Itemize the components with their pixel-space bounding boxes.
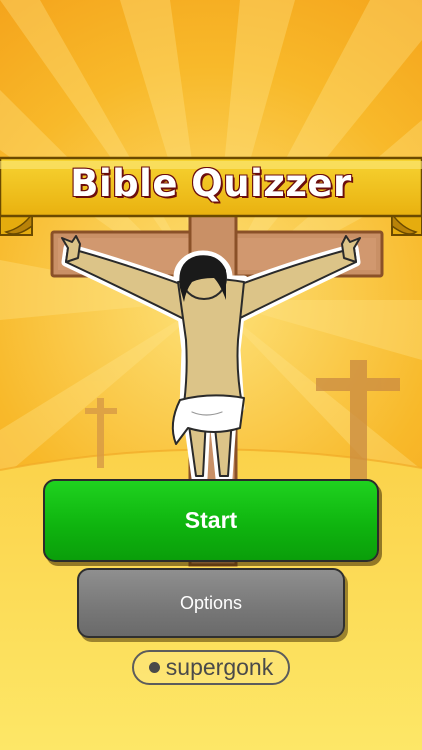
options-button[interactable]: Options — [77, 568, 345, 638]
developer-logo[interactable]: supergonk — [132, 650, 290, 685]
dot-icon — [148, 662, 160, 673]
developer-name: supergonk — [165, 654, 274, 680]
game-title: Bible Quizzer — [69, 161, 352, 206]
options-button-label: Options — [179, 592, 243, 613]
start-button-label: Start — [184, 507, 238, 533]
start-button[interactable]: Start — [43, 479, 379, 562]
